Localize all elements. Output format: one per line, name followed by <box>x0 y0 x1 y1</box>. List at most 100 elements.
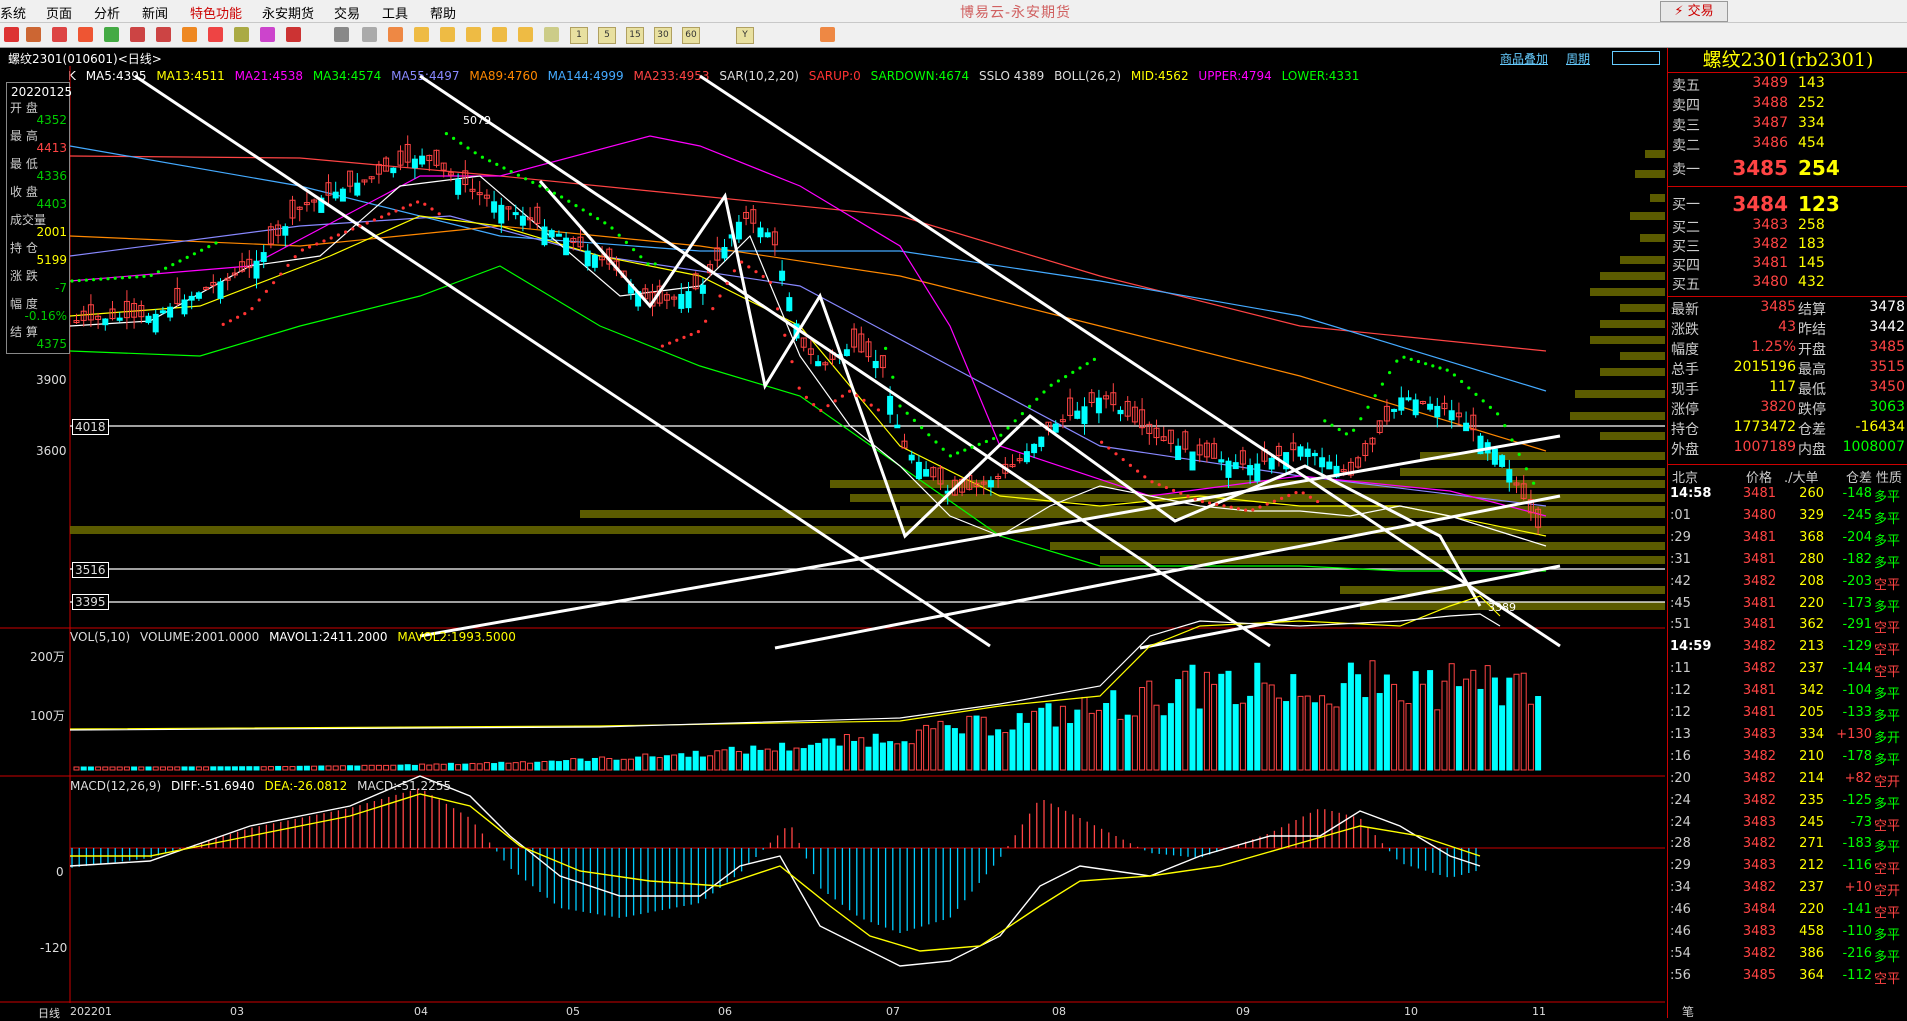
tick-row[interactable]: :12 3481 205 -133 多平 <box>1668 705 1907 727</box>
tick-row[interactable]: :20 3482 214 +82 空开 <box>1668 771 1907 793</box>
menu-page[interactable]: 页面 <box>46 3 72 22</box>
menu-system[interactable]: 系统 <box>0 3 26 22</box>
period-30-button[interactable]: 30 <box>654 27 672 44</box>
ask-row[interactable]: 卖三 3487 334 <box>1668 115 1907 135</box>
ask-row[interactable]: 卖四 3488 252 <box>1668 95 1907 115</box>
home-icon[interactable] <box>4 27 19 42</box>
tick-row[interactable]: :34 3482 237 +10 空开 <box>1668 880 1907 902</box>
sar-dot <box>1272 499 1276 503</box>
volume-bar <box>930 728 937 771</box>
tick-row[interactable]: :46 3484 220 -141 空平 <box>1668 902 1907 924</box>
bid-row[interactable]: 买五 3480 432 <box>1668 274 1907 294</box>
tick-row[interactable]: :51 3481 362 -291 空平 <box>1668 617 1907 639</box>
candle-body <box>721 247 728 259</box>
formula-icon[interactable] <box>260 27 275 42</box>
year-icon[interactable] <box>518 27 533 42</box>
sar-dot <box>581 208 585 212</box>
period-60-button[interactable]: 60 <box>682 27 700 44</box>
tick-row[interactable]: :54 3482 386 -216 多平 <box>1668 946 1907 968</box>
tick-row[interactable]: 14:58 3481 260 -148 多平 <box>1668 486 1907 508</box>
volume-bar <box>1254 662 1261 771</box>
trade-button[interactable]: ⚡ 交易 <box>1660 1 1728 22</box>
chart-area[interactable] <box>0 66 1665 1003</box>
table-icon[interactable] <box>334 27 349 42</box>
tick-footer[interactable]: 笔 <box>1682 1003 1694 1020</box>
tick-row[interactable]: :46 3483 458 -110 多平 <box>1668 924 1907 946</box>
zoom-out-icon[interactable] <box>156 27 171 42</box>
stat-value: 1008007 <box>1842 439 1905 455</box>
volume-bar <box>1167 703 1174 771</box>
tick-row[interactable]: :12 3481 342 -104 多平 <box>1668 683 1907 705</box>
sar-dot <box>1258 505 1262 509</box>
tick-row[interactable]: :13 3483 334 +130 多开 <box>1668 727 1907 749</box>
volume-bar <box>231 766 238 771</box>
period-y-button[interactable]: Y <box>736 27 754 44</box>
refresh-icon[interactable] <box>104 27 119 42</box>
menu-help[interactable]: 帮助 <box>430 3 456 22</box>
tick-row[interactable]: 14:59 3482 213 -129 空平 <box>1668 639 1907 661</box>
indicator-icon[interactable] <box>234 27 249 42</box>
sar-dot <box>524 177 528 181</box>
chart-icon[interactable] <box>78 27 93 42</box>
candle-body <box>152 313 159 333</box>
overlay-link[interactable]: 商品叠加 <box>1500 50 1548 67</box>
menu-yongan[interactable]: 永安期货 <box>262 3 314 22</box>
ask-row[interactable]: 卖二 3486 454 <box>1668 135 1907 155</box>
month-icon[interactable] <box>466 27 481 42</box>
volume-bar <box>1124 714 1131 771</box>
menu-analysis[interactable]: 分析 <box>94 3 120 22</box>
period-5-button[interactable]: 5 <box>598 27 616 44</box>
sar-dot <box>99 277 103 281</box>
tick-row[interactable]: :01 3480 329 -245 多平 <box>1668 508 1907 530</box>
list-icon[interactable] <box>52 27 67 42</box>
tick-row[interactable]: :24 3482 235 -125 多平 <box>1668 793 1907 815</box>
ask-row[interactable]: 卖五 3489 143 <box>1668 75 1907 95</box>
tick-row[interactable]: :24 3483 245 -73 空平 <box>1668 815 1907 837</box>
tick-row[interactable]: :28 3482 271 -183 多平 <box>1668 836 1907 858</box>
period-link[interactable]: 周期 <box>1566 50 1590 67</box>
sar-dot <box>876 408 881 412</box>
tick-row[interactable]: :45 3481 220 -173 多平 <box>1668 596 1907 618</box>
calendar-icon[interactable] <box>820 27 835 42</box>
week-icon[interactable] <box>440 27 455 42</box>
period-15-button[interactable]: 15 <box>626 27 644 44</box>
fk-icon[interactable] <box>388 27 403 42</box>
x-icon[interactable] <box>544 27 559 42</box>
stat-value: 3063 <box>1869 399 1905 415</box>
zoom-in-icon[interactable] <box>130 27 145 42</box>
menu-special[interactable]: 特色功能 <box>190 3 242 22</box>
bid-row[interactable]: 买四 3481 145 <box>1668 255 1907 275</box>
sar-dot <box>77 278 81 283</box>
menu-tools[interactable]: 工具 <box>382 3 408 22</box>
info-label-high: 最 高 <box>10 129 38 143</box>
draw-icon[interactable] <box>182 27 197 42</box>
alert-icon[interactable] <box>286 27 301 42</box>
ask-row[interactable]: 卖一 3485 254 <box>1668 156 1907 180</box>
tick-row[interactable]: :31 3481 280 -182 多平 <box>1668 552 1907 574</box>
sar-dot <box>538 184 542 188</box>
volume-bar <box>1283 701 1290 771</box>
pen-icon[interactable] <box>362 27 377 42</box>
menu-news[interactable]: 新闻 <box>142 3 168 22</box>
volume-bar <box>570 758 577 771</box>
window-controls-icon[interactable] <box>1612 51 1660 65</box>
bid-row[interactable]: 买一 3484 123 <box>1668 192 1907 216</box>
tick-row[interactable]: :29 3481 368 -204 多平 <box>1668 530 1907 552</box>
tick-row[interactable]: :11 3482 237 -144 空平 <box>1668 661 1907 683</box>
bid-row[interactable]: 买二 3483 258 <box>1668 217 1907 237</box>
tick-row[interactable]: :42 3482 208 -203 空平 <box>1668 574 1907 596</box>
volume-bar <box>757 749 764 771</box>
menu-trade[interactable]: 交易 <box>334 3 360 22</box>
note-icon[interactable] <box>208 27 223 42</box>
sar-dot <box>1337 427 1341 432</box>
season-icon[interactable] <box>492 27 507 42</box>
tick-row[interactable]: :29 3483 212 -116 空平 <box>1668 858 1907 880</box>
tick-row[interactable]: :16 3482 210 -178 多平 <box>1668 749 1907 771</box>
tick-row[interactable]: :56 3485 364 -112 空平 <box>1668 968 1907 990</box>
back-icon[interactable] <box>26 27 41 42</box>
day-icon[interactable] <box>414 27 429 42</box>
period-1-button[interactable]: 1 <box>570 27 588 44</box>
bid-row[interactable]: 买三 3482 183 <box>1668 236 1907 256</box>
tick-nature: 多平 <box>1874 709 1901 724</box>
volume-bar <box>692 750 699 771</box>
